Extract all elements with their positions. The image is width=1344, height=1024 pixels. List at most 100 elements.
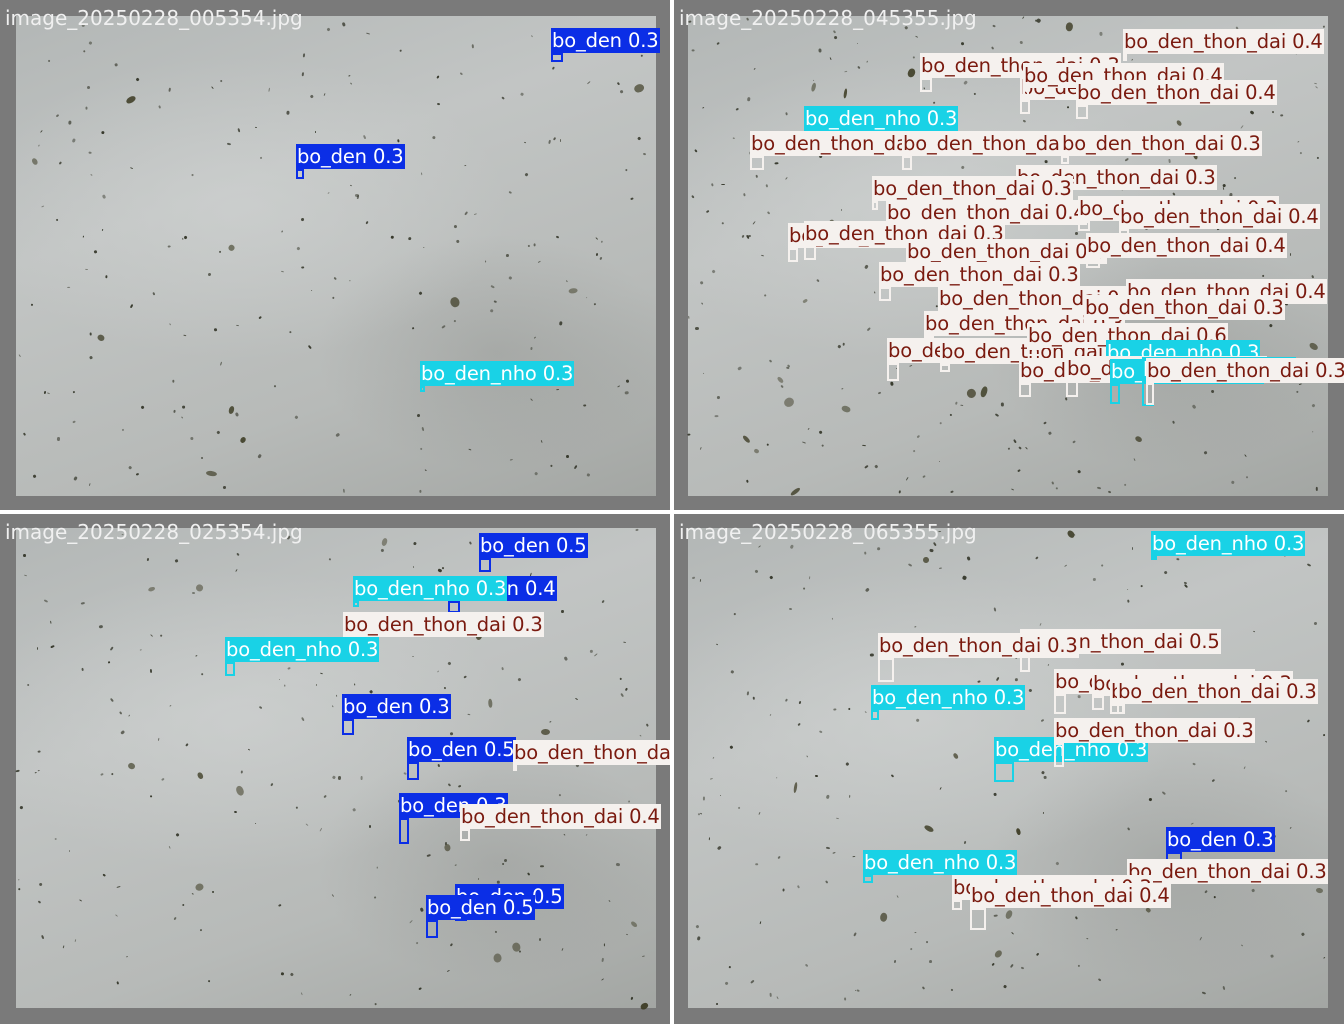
insect-speck [776,375,784,384]
insect-speck [1124,483,1127,487]
insect-speck [699,280,704,286]
detection-label: bo_den 0.5 [479,533,588,558]
insect-speck [193,882,204,892]
insect-speck [183,334,187,337]
insect-speck [423,246,425,249]
insect-speck [280,972,284,976]
insect-speck [332,775,336,779]
detection-label: bo_den 0.3 [296,144,405,169]
insect-speck [449,731,454,736]
insect-speck [365,220,369,224]
detection-bo-den-thon-dai: bo_den_thon_dai 0.3 [804,221,1005,260]
insect-speck [259,706,263,709]
insect-speck [960,165,965,170]
insect-speck [688,316,690,320]
insect-speck [299,992,303,996]
insect-speck [832,617,834,620]
detection-bo-den-nho: bo_den_nho 0.3 [863,850,1018,883]
insect-speck [412,541,417,546]
insect-speck [849,795,851,799]
insect-speck [62,944,65,949]
insect-speck [284,685,286,688]
insect-speck [585,833,589,836]
insect-speck [1034,19,1038,23]
tile-bottom-right: bo_den_nho 0.3 bo_den_thon_dai 0.5 bo_den_… [674,514,1344,1024]
detection-bo-den-thon-dai: bo_den_thon_dai 0.4 [1023,63,1224,96]
insect-speck [616,385,621,389]
insect-speck [82,49,86,54]
detection-label: bo_den_thon_dai 0.4 [970,883,1171,908]
insect-speck [146,557,150,561]
insect-speck [240,770,243,774]
insect-speck [320,672,324,675]
insect-speck [966,556,971,562]
insect-speck [708,836,711,840]
detection-box [1151,556,1157,560]
insect-speck [608,899,611,902]
insect-speck [735,107,739,111]
insect-speck [211,85,214,89]
insect-speck [624,390,629,395]
insect-speck [138,649,142,652]
insect-speck [775,162,779,165]
insect-speck [135,76,141,82]
detection-bo-den-thon-dai: bo_den_thon_dai 0.4 [460,804,661,841]
insect-speck [300,217,305,222]
detection-label: bo_den 0.3 [342,694,451,719]
insect-speck [715,414,719,417]
insect-speck [412,565,414,568]
insect-speck [639,1001,650,1012]
insect-speck [72,390,76,394]
detection-label: bo_den_thon_dai 0.3 [343,612,544,637]
insect-speck [86,86,91,91]
insect-speck [270,782,274,786]
insect-speck [72,420,76,424]
image-filename: image_20250228_025354.jpg [5,520,303,544]
detection-bo-den: bo_den 0.3 [551,28,660,62]
insect-speck [844,997,846,1000]
insect-speck [1301,932,1306,937]
insect-speck [759,920,762,924]
insect-speck [100,130,105,135]
insect-speck [41,935,45,939]
insect-speck [78,898,82,902]
insect-speck [737,806,741,810]
insect-speck [539,937,542,941]
insect-speck [520,92,525,96]
insect-speck [1176,557,1180,561]
insect-speck [124,95,137,106]
insect-speck [921,985,926,990]
detection-bo-den-nho: bo_den_nho 0.3 [1110,359,1265,404]
insect-speck [236,552,240,556]
insect-speck [1241,943,1244,947]
insect-trap-photo [16,16,656,496]
detection-bo-den-nho: bo_den_nho 0.3 [353,576,508,607]
insect-speck [863,551,867,555]
insect-speck [296,246,301,251]
insect-speck [593,653,598,657]
insect-speck [929,549,934,554]
insect-speck [716,643,719,646]
insect-speck [782,888,785,892]
insect-speck [864,465,869,469]
insect-speck [1306,563,1312,567]
insect-trap-photo [16,528,656,1012]
insect-speck [160,634,163,638]
detection-label: bo_den 0.5 [407,737,516,762]
insect-speck [1299,151,1303,155]
insect-speck [39,882,43,887]
insect-speck [769,575,774,580]
insect-speck [619,677,623,681]
insect-speck [17,878,20,881]
insect-speck [278,904,282,907]
insect-speck [1007,447,1011,451]
insect-speck [235,568,238,572]
insect-speck [191,174,194,177]
insect-speck [601,599,605,604]
insect-speck [965,386,979,400]
insect-speck [780,384,785,389]
insect-speck [205,469,217,477]
insect-speck [788,607,792,610]
insect-speck [135,472,140,476]
insect-speck [81,235,84,238]
